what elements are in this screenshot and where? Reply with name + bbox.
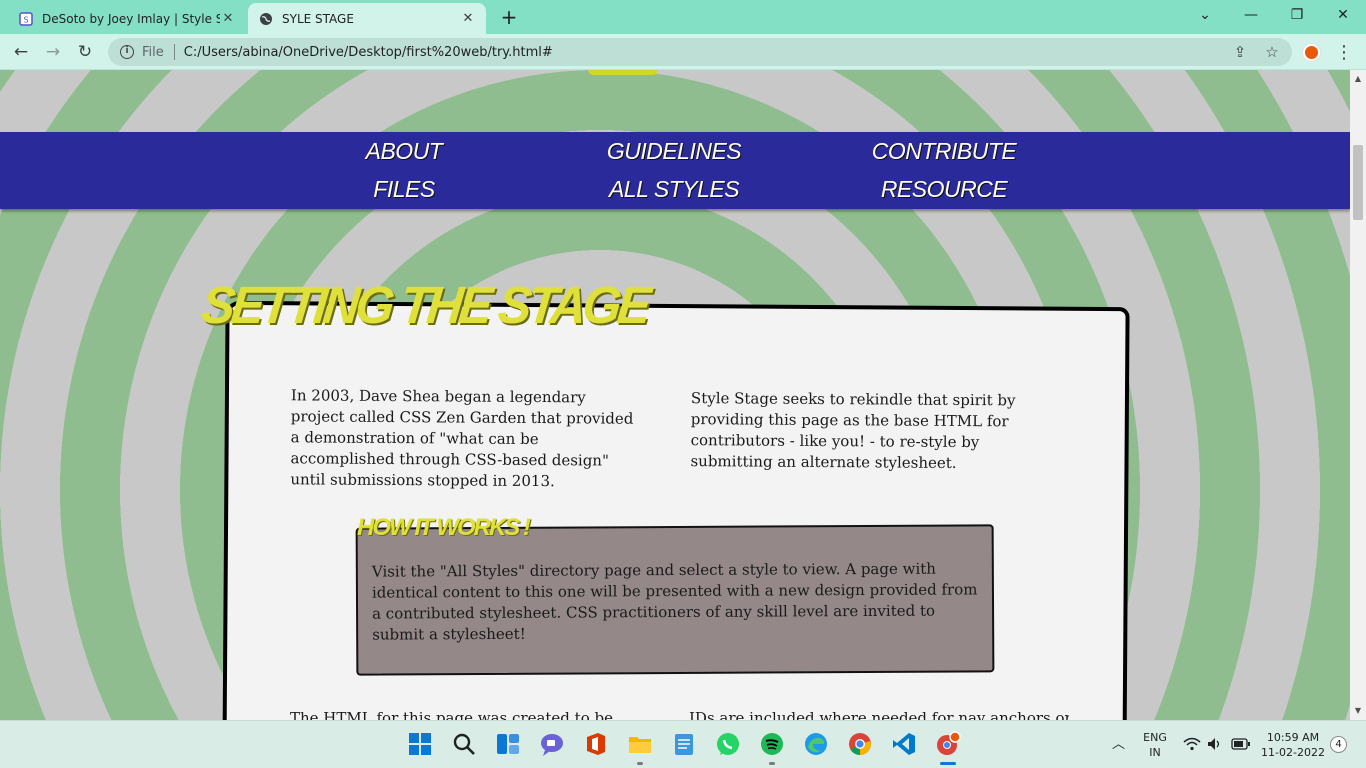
scrollbar-thumb[interactable] bbox=[1353, 145, 1363, 220]
chrome-active-icon[interactable] bbox=[935, 731, 961, 757]
browser-toolbar: ← → ↻ i File C:/Users/abina/OneDrive/Des… bbox=[0, 34, 1366, 70]
office-icon[interactable] bbox=[583, 731, 609, 757]
clock-date: 11-02-2022 bbox=[1261, 746, 1325, 759]
how-it-works-box: Visit the "All Styles" directory page an… bbox=[355, 524, 995, 676]
widgets-icon[interactable] bbox=[495, 731, 521, 757]
region-code: IN bbox=[1149, 746, 1161, 759]
nav-link-contribute[interactable]: CONTRIBUTE bbox=[834, 138, 1054, 165]
chrome-icon[interactable] bbox=[847, 731, 873, 757]
share-icon[interactable]: ⇪ bbox=[1226, 38, 1254, 66]
forward-button[interactable]: → bbox=[40, 40, 66, 66]
restore-button[interactable]: ❐ bbox=[1274, 0, 1320, 34]
back-button[interactable]: ← bbox=[8, 40, 34, 66]
spotify-icon[interactable] bbox=[759, 731, 785, 757]
search-icon[interactable] bbox=[451, 731, 477, 757]
nav-link-all-styles[interactable]: ALL STYLES bbox=[564, 176, 784, 203]
tab-title: DeSoto by Joey Imlay | Style Stag bbox=[42, 11, 220, 26]
site-info-icon[interactable]: i bbox=[120, 45, 134, 59]
minimize-button[interactable]: — bbox=[1228, 0, 1274, 34]
url-text[interactable]: C:/Users/abina/OneDrive/Desktop/first%20… bbox=[184, 45, 553, 60]
active-indicator bbox=[940, 762, 956, 765]
windows-taskbar: ︿ ENG IN 10:59 AM 11-02-2022 4 bbox=[0, 720, 1366, 768]
clock[interactable]: 10:59 AM 11-02-2022 bbox=[1258, 730, 1328, 760]
how-it-works-title: How it works ! bbox=[357, 514, 531, 541]
tab-strip: S DeSoto by Joey Imlay | Style Stag ✕ SY… bbox=[0, 0, 1366, 34]
battery-icon[interactable] bbox=[1231, 738, 1251, 754]
paragraph-right-cut: IDs are included where needed for nav an… bbox=[689, 709, 1069, 720]
scroll-down-arrow-icon[interactable]: ▼ bbox=[1350, 704, 1366, 718]
url-scheme: File bbox=[142, 44, 164, 60]
tab-desoto[interactable]: S DeSoto by Joey Imlay | Style Stag ✕ bbox=[8, 3, 246, 34]
close-tab-icon[interactable]: ✕ bbox=[460, 11, 476, 27]
windows-start-icon[interactable] bbox=[407, 731, 433, 757]
reload-button[interactable]: ↻ bbox=[72, 40, 98, 66]
extension-icon[interactable] bbox=[1303, 44, 1320, 61]
wifi-icon[interactable] bbox=[1183, 737, 1201, 755]
globe-icon bbox=[258, 11, 274, 27]
whatsapp-icon[interactable] bbox=[715, 731, 741, 757]
clock-time: 10:59 AM bbox=[1266, 731, 1320, 744]
language-code: ENG bbox=[1143, 731, 1167, 744]
close-window-button[interactable]: ✕ bbox=[1320, 0, 1366, 34]
header-logo-edge bbox=[588, 70, 658, 75]
intro-paragraph-right: Style Stage seeks to rekindle that spiri… bbox=[690, 389, 1016, 472]
tray-overflow-chevron-icon[interactable]: ︿ bbox=[1112, 737, 1125, 752]
new-tab-button[interactable]: + bbox=[498, 6, 520, 28]
notification-badge[interactable]: 4 bbox=[1330, 736, 1347, 753]
edge-icon[interactable] bbox=[803, 731, 829, 757]
divider bbox=[173, 44, 175, 60]
browser-menu-icon[interactable]: ⋮ bbox=[1334, 40, 1354, 66]
nav-link-guidelines[interactable]: GUIDELINES bbox=[564, 138, 784, 165]
language-indicator[interactable]: ENG IN bbox=[1138, 730, 1172, 760]
how-it-works-text: Visit the "All Styles" directory page an… bbox=[371, 559, 978, 644]
tab-syle-stage[interactable]: SYLE STAGE ✕ bbox=[248, 3, 486, 34]
address-bar[interactable]: i File C:/Users/abina/OneDrive/Desktop/f… bbox=[108, 38, 1292, 66]
notepad-icon[interactable] bbox=[671, 731, 697, 757]
running-indicator bbox=[769, 762, 775, 765]
volume-icon[interactable] bbox=[1207, 737, 1223, 755]
nav-link-resource[interactable]: RESOURCE bbox=[834, 176, 1054, 203]
paragraph-left-cut: The HTML for this page was created to be bbox=[290, 709, 613, 720]
section-title: Setting the Stage bbox=[198, 275, 651, 335]
svg-text:S: S bbox=[23, 15, 28, 24]
tab-search-chevron-icon[interactable]: ⌄ bbox=[1182, 0, 1228, 34]
nav-link-files[interactable]: FILES bbox=[294, 176, 514, 203]
file-explorer-icon[interactable] bbox=[627, 731, 653, 757]
bookmark-star-icon[interactable]: ☆ bbox=[1258, 38, 1286, 66]
style-stage-favicon-icon: S bbox=[18, 11, 34, 27]
page-viewport: ABOUT GUIDELINES CONTRIBUTE FILES ALL ST… bbox=[0, 70, 1350, 720]
running-indicator bbox=[637, 762, 643, 765]
tab-title: SYLE STAGE bbox=[282, 11, 354, 26]
nav-link-about[interactable]: ABOUT bbox=[294, 138, 514, 165]
scroll-up-arrow-icon[interactable]: ▲ bbox=[1350, 72, 1366, 86]
intro-paragraph-left: In 2003, Dave Shea began a legendary pro… bbox=[290, 386, 634, 491]
close-tab-icon[interactable]: ✕ bbox=[220, 11, 236, 27]
vscode-icon[interactable] bbox=[891, 731, 917, 757]
site-navigation: ABOUT GUIDELINES CONTRIBUTE FILES ALL ST… bbox=[0, 132, 1350, 209]
page-scrollbar[interactable]: ▲ ▼ bbox=[1350, 70, 1366, 720]
teams-chat-icon[interactable] bbox=[539, 731, 565, 757]
